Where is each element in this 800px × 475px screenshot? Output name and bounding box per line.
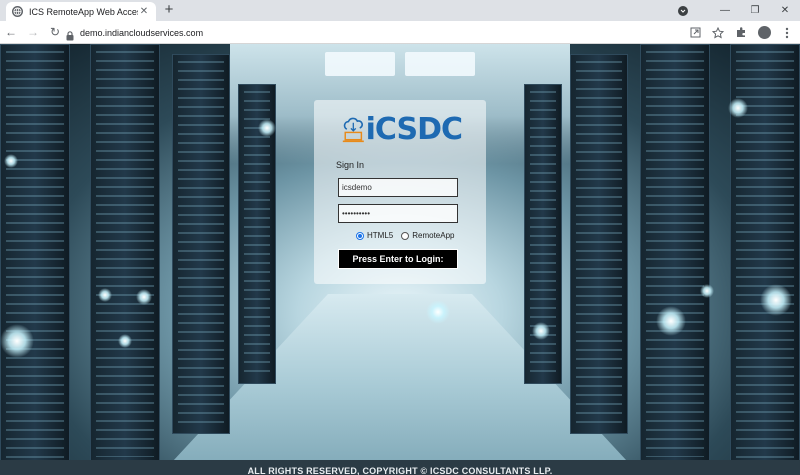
light-glow bbox=[136, 289, 152, 305]
sign-in-heading: Sign In bbox=[336, 160, 365, 170]
light-glow bbox=[728, 98, 748, 118]
radio-html5[interactable] bbox=[356, 231, 364, 240]
company-logo: iCSDC bbox=[342, 110, 463, 150]
server-rack bbox=[640, 44, 710, 464]
radio-html5-label: HTML5 bbox=[367, 231, 394, 240]
username-field[interactable] bbox=[338, 178, 458, 197]
light-glow bbox=[258, 119, 276, 137]
light-glow bbox=[760, 284, 792, 316]
page-footer: ALL RIGHTS RESERVED, COPYRIGHT © ICSDC C… bbox=[0, 460, 800, 475]
new-tab-button[interactable]: + bbox=[162, 2, 176, 17]
globe-icon bbox=[12, 6, 23, 17]
logo-text: iCSDC bbox=[365, 112, 463, 147]
light-glow bbox=[656, 306, 686, 336]
browser-toolbar: ← → ↻ demo.indiancloudservices.com bbox=[0, 21, 800, 44]
tab-search-icon[interactable] bbox=[678, 5, 688, 16]
back-button[interactable]: ← bbox=[0, 25, 22, 39]
ceiling-light bbox=[325, 52, 395, 76]
copyright-text: ALL RIGHTS RESERVED, COPYRIGHT © ICSDC C… bbox=[247, 466, 553, 475]
ceiling-light bbox=[405, 52, 475, 76]
light-glow bbox=[532, 322, 550, 340]
tab-strip: ICS RemoteApp Web Access ✕ + — ❐ ✕ bbox=[0, 0, 800, 21]
address-bar[interactable]: demo.indiancloudservices.com bbox=[66, 24, 718, 41]
light-glow bbox=[98, 288, 112, 302]
login-card: iCSDC Sign In HTML5 RemoteApp Press Ente… bbox=[314, 100, 486, 284]
light-glow bbox=[426, 300, 450, 324]
server-rack bbox=[90, 44, 160, 464]
light-glow bbox=[118, 334, 132, 348]
window-close-button[interactable]: ✕ bbox=[770, 5, 800, 16]
forward-button[interactable]: → bbox=[22, 25, 44, 39]
background-floor bbox=[160, 294, 640, 475]
light-glow bbox=[0, 324, 34, 358]
star-icon[interactable] bbox=[711, 26, 725, 40]
radio-remoteapp[interactable] bbox=[401, 231, 410, 240]
server-rack bbox=[172, 54, 230, 434]
light-glow bbox=[700, 284, 714, 298]
password-field[interactable] bbox=[338, 204, 458, 223]
toolbar-actions bbox=[688, 24, 794, 41]
client-type-options: HTML5 RemoteApp bbox=[356, 231, 462, 240]
close-icon[interactable]: ✕ bbox=[138, 6, 150, 17]
url-text: demo.indiancloudservices.com bbox=[80, 27, 204, 38]
menu-icon[interactable] bbox=[780, 26, 794, 40]
page-viewport: iCSDC Sign In HTML5 RemoteApp Press Ente… bbox=[0, 44, 800, 475]
tab-title: ICS RemoteApp Web Access bbox=[29, 6, 138, 17]
login-button[interactable]: Press Enter to Login: bbox=[338, 249, 458, 269]
reload-button[interactable]: ↻ bbox=[44, 25, 66, 39]
minimize-button[interactable]: — bbox=[710, 5, 740, 16]
light-glow bbox=[4, 154, 18, 168]
server-rack bbox=[0, 44, 70, 475]
browser-tab[interactable]: ICS RemoteApp Web Access ✕ bbox=[6, 2, 156, 21]
server-rack bbox=[570, 54, 628, 434]
extensions-icon[interactable] bbox=[734, 26, 748, 40]
radio-remoteapp-label: RemoteApp bbox=[412, 231, 455, 240]
cloud-laptop-icon bbox=[342, 117, 364, 143]
profile-icon[interactable] bbox=[757, 26, 771, 40]
restore-button[interactable]: ❐ bbox=[740, 5, 770, 16]
window-controls: — ❐ ✕ bbox=[678, 0, 800, 21]
lock-icon[interactable] bbox=[66, 28, 74, 40]
open-in-app-icon[interactable] bbox=[688, 26, 702, 40]
